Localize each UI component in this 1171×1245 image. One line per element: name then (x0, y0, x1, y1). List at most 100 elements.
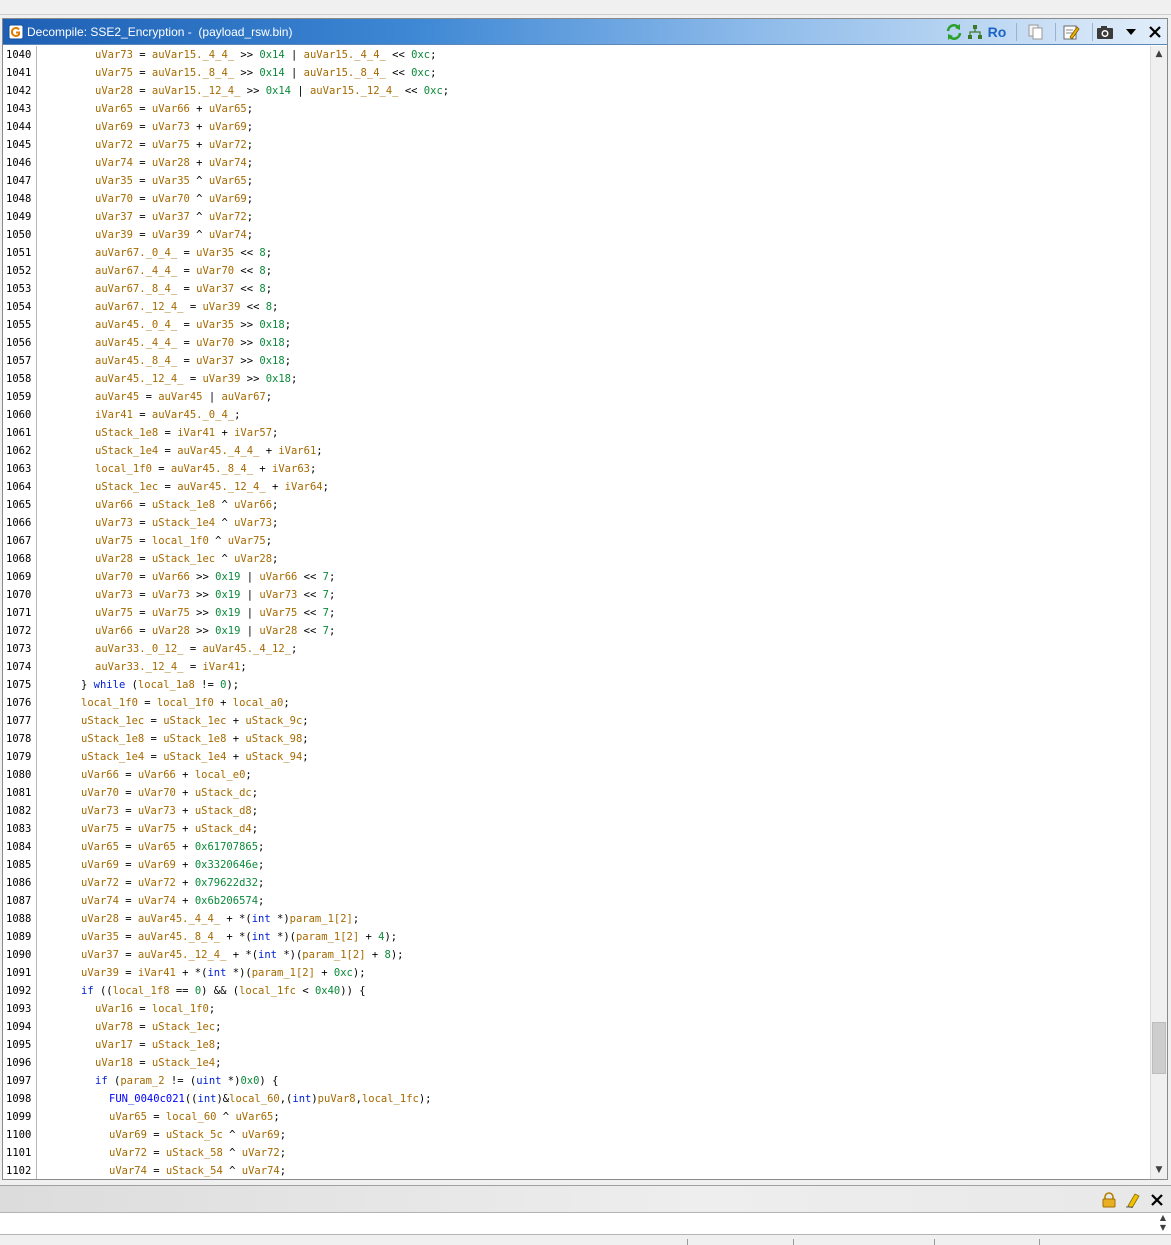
code-identifier[interactable]: uVar70 (196, 337, 234, 349)
code-identifier[interactable]: uVar73 (95, 49, 133, 61)
code-identifier[interactable]: auVar45._4_12_ (202, 643, 291, 655)
code-identifier[interactable]: auVar33._12_4_ (95, 661, 184, 673)
close-icon[interactable] (1145, 22, 1165, 42)
code-line[interactable]: uVar73 = auVar15._4_4_ >> 0x14 | auVar15… (95, 46, 436, 64)
secondary-panel-body[interactable] (0, 1213, 1171, 1235)
code-number[interactable]: 0x0 (240, 1075, 259, 1087)
code-identifier[interactable]: auVar45._8_4_ (95, 355, 177, 367)
code-identifier[interactable]: auVar45 (158, 391, 202, 403)
code-identifier[interactable]: uVar39 (152, 229, 190, 241)
code-line[interactable]: uVar75 = uVar75 >> 0x19 | uVar75 << 7; (95, 604, 335, 622)
code-function-call[interactable]: FUN_0040c021 (109, 1093, 185, 1105)
code-line[interactable]: auVar67._4_4_ = uVar70 << 8; (95, 262, 272, 280)
code-identifier[interactable]: uVar66 (95, 499, 133, 511)
code-identifier[interactable]: uStack_dc (195, 787, 252, 799)
code-identifier[interactable]: uVar73 (138, 805, 176, 817)
code-identifier[interactable]: uVar66 (152, 103, 190, 115)
close-icon[interactable] (1147, 1190, 1167, 1210)
code-identifier[interactable]: iVar63 (272, 463, 310, 475)
code-identifier[interactable]: uStack_1e8 (152, 499, 215, 511)
code-number[interactable]: 0x61707865 (195, 841, 258, 853)
code-line[interactable]: uStack_1e8 = uStack_1e8 + uStack_98; (81, 730, 309, 748)
code-number[interactable]: 0x40 (315, 985, 340, 997)
code-line[interactable]: uVar69 = uStack_5c ^ uVar69; (109, 1126, 286, 1144)
code-line[interactable]: uVar35 = uVar35 ^ uVar65; (95, 172, 253, 190)
code-identifier[interactable]: uVar66 (95, 625, 133, 637)
code-identifier[interactable]: uVar35 (152, 175, 190, 187)
code-identifier[interactable]: uVar73 (95, 517, 133, 529)
code-identifier[interactable]: local_1fc (362, 1093, 419, 1105)
code-identifier[interactable]: uStack_94 (245, 751, 302, 763)
code-identifier[interactable]: uVar28 (95, 85, 133, 97)
code-line[interactable]: uVar65 = uVar65 + 0x61707865; (81, 838, 264, 856)
code-identifier[interactable]: auVar45._4_4_ (95, 337, 177, 349)
code-line[interactable]: uVar74 = uVar28 + uVar74; (95, 154, 253, 172)
copy-icon[interactable] (1025, 22, 1045, 42)
code-line[interactable]: uVar72 = uVar72 + 0x79622d32; (81, 874, 264, 892)
code-identifier[interactable]: uVar28 (152, 157, 190, 169)
code-identifier[interactable]: local_1f0 (157, 697, 214, 709)
code-identifier[interactable]: local_1f0 (81, 697, 138, 709)
code-line[interactable]: uVar16 = local_1f0; (95, 1000, 215, 1018)
code-number[interactable]: 0xc (334, 967, 353, 979)
code-identifier[interactable]: uVar28 (81, 913, 119, 925)
code-identifier[interactable]: uVar74 (138, 895, 176, 907)
code-line[interactable]: uStack_1ec = uStack_1ec + uStack_9c; (81, 712, 309, 730)
code-keyword[interactable]: if (95, 1075, 108, 1087)
code-number[interactable]: 0x19 (215, 571, 240, 583)
code-identifier[interactable]: uVar35 (81, 931, 119, 943)
code-identifier[interactable]: uVar73 (152, 121, 190, 133)
code-line[interactable]: uVar73 = uVar73 + uStack_d8; (81, 802, 258, 820)
code-identifier[interactable]: iVar61 (278, 445, 316, 457)
code-line[interactable]: uVar37 = uVar37 ^ uVar72; (95, 208, 253, 226)
code-identifier[interactable]: local_1f0 (152, 1003, 209, 1015)
code-identifier[interactable]: auVar15._4_4_ (304, 49, 386, 61)
code-identifier[interactable]: uVar37 (81, 949, 119, 961)
code-identifier[interactable]: uStack_1ec (152, 1021, 215, 1033)
code-identifier[interactable]: uVar69 (242, 1129, 280, 1141)
code-number[interactable]: 0x79622d32 (195, 877, 258, 889)
code-identifier[interactable]: uVar65 (209, 103, 247, 115)
refresh-icon[interactable] (944, 22, 964, 42)
code-identifier[interactable]: uVar75 (95, 67, 133, 79)
code-line[interactable]: uVar37 = auVar45._12_4_ + *(int *)(param… (81, 946, 403, 964)
code-identifier[interactable]: uVar70 (196, 265, 234, 277)
code-identifier[interactable]: uVar73 (259, 589, 297, 601)
code-identifier[interactable]: uVar74 (81, 895, 119, 907)
code-identifier[interactable]: auVar45._0_4_ (152, 409, 234, 421)
code-identifier[interactable]: auVar15._4_4_ (152, 49, 234, 61)
code-identifier[interactable]: uVar72 (95, 139, 133, 151)
code-line[interactable]: uVar69 = uVar69 + 0x3320646e; (81, 856, 264, 874)
code-number[interactable]: 0x18 (266, 373, 291, 385)
code-line[interactable]: local_1f0 = local_1f0 + local_a0; (81, 694, 290, 712)
lock-icon[interactable] (1099, 1190, 1119, 1210)
code-number[interactable]: 0x14 (259, 67, 284, 79)
code-identifier[interactable]: uVar73 (81, 805, 119, 817)
code-identifier[interactable]: uVar70 (138, 787, 176, 799)
code-identifier[interactable]: uVar65 (235, 1111, 273, 1123)
code-identifier[interactable]: uVar72 (138, 877, 176, 889)
code-identifier[interactable]: uVar37 (196, 355, 234, 367)
code-identifier[interactable]: uVar66 (152, 571, 190, 583)
chevron-down-icon[interactable] (1121, 22, 1141, 42)
code-identifier[interactable]: uStack_1ec (163, 715, 226, 727)
code-identifier[interactable]: uStack_d8 (195, 805, 252, 817)
code-identifier[interactable]: uVar70 (152, 193, 190, 205)
code-identifier[interactable]: local_1f0 (152, 535, 209, 547)
code-identifier[interactable]: uStack_d4 (195, 823, 252, 835)
code-identifier[interactable]: iVar57 (234, 427, 272, 439)
code-keyword[interactable]: int (258, 949, 277, 961)
code-line[interactable]: uVar74 = uStack_54 ^ uVar74; (109, 1162, 286, 1179)
code-keyword[interactable]: if (81, 985, 94, 997)
code-line[interactable]: iVar41 = auVar45._0_4_; (95, 406, 240, 424)
code-line[interactable]: uVar73 = uStack_1e4 ^ uVar73; (95, 514, 278, 532)
code-identifier[interactable]: uVar18 (95, 1057, 133, 1069)
code-identifier[interactable]: uStack_5c (166, 1129, 223, 1141)
code-identifier[interactable]: uVar28 (95, 553, 133, 565)
code-line[interactable]: uStack_1e8 = iVar41 + iVar57; (95, 424, 278, 442)
code-identifier[interactable]: param_1[2] (296, 931, 359, 943)
code-identifier[interactable]: auVar45._8_4_ (138, 931, 220, 943)
code-identifier[interactable]: uVar65 (81, 841, 119, 853)
code-identifier[interactable]: uVar65 (95, 103, 133, 115)
code-identifier[interactable]: iVar41 (202, 661, 240, 673)
